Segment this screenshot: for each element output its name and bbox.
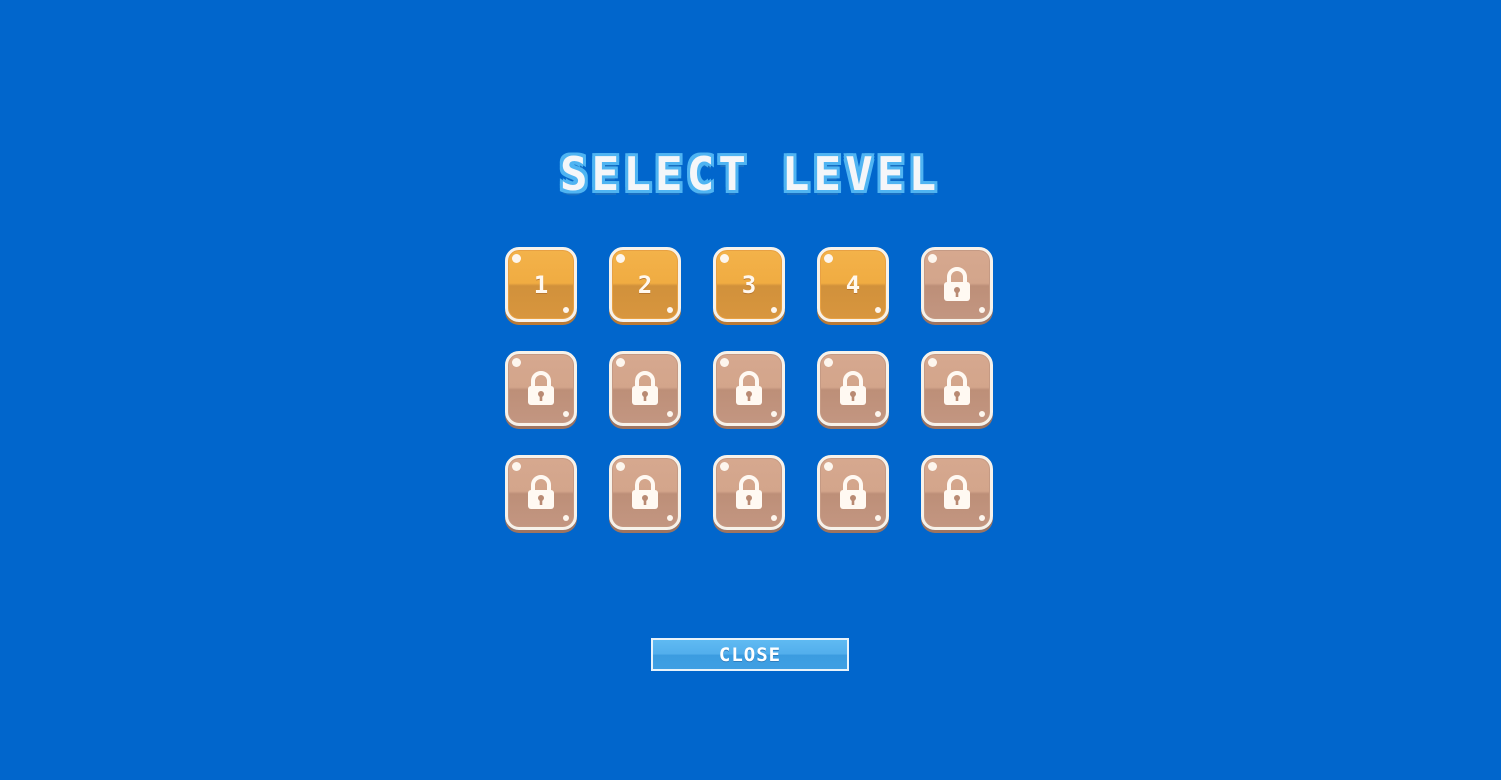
- lock-icon: [736, 474, 762, 509]
- lock-icon: [632, 370, 658, 405]
- level-grid: 1 2 3 4: [505, 247, 995, 532]
- level-button-7-locked[interactable]: [609, 351, 681, 426]
- close-button-label: CLOSE: [718, 643, 782, 666]
- shine-dot: [771, 411, 777, 417]
- lock-icon: [632, 474, 658, 509]
- level-button-14-locked[interactable]: [817, 455, 889, 530]
- shine-dot: [928, 358, 937, 367]
- lock-icon: [528, 370, 554, 405]
- level-button-8-locked[interactable]: [713, 351, 785, 426]
- shine-dot: [667, 411, 673, 417]
- lock-icon: [528, 474, 554, 509]
- level-select-screen: SELECT LEVEL 1 2 3 4 CLOSE: [0, 0, 1501, 780]
- level-button-10-locked[interactable]: [921, 351, 993, 426]
- lock-icon: [944, 266, 970, 301]
- close-button[interactable]: CLOSE: [651, 638, 849, 671]
- level-number: 2: [637, 270, 653, 299]
- shine-dot: [771, 515, 777, 521]
- level-button-15-locked[interactable]: [921, 455, 993, 530]
- shine-dot: [720, 358, 729, 367]
- level-number: 4: [845, 270, 861, 299]
- shine-dot: [720, 462, 729, 471]
- shine-dot: [563, 411, 569, 417]
- shine-dot: [616, 462, 625, 471]
- level-button-1[interactable]: 1: [505, 247, 577, 322]
- lock-icon: [840, 474, 866, 509]
- shine-dot: [979, 515, 985, 521]
- lock-icon: [944, 474, 970, 509]
- level-number: 3: [741, 270, 757, 299]
- shine-dot: [875, 411, 881, 417]
- level-button-5-locked[interactable]: [921, 247, 993, 322]
- shine-dot: [512, 462, 521, 471]
- level-button-4[interactable]: 4: [817, 247, 889, 322]
- lock-icon: [736, 370, 762, 405]
- lock-icon: [944, 370, 970, 405]
- level-button-9-locked[interactable]: [817, 351, 889, 426]
- level-button-11-locked[interactable]: [505, 455, 577, 530]
- level-button-12-locked[interactable]: [609, 455, 681, 530]
- shine-dot: [824, 358, 833, 367]
- shine-dot: [667, 515, 673, 521]
- shine-dot: [979, 307, 985, 313]
- level-button-3[interactable]: 3: [713, 247, 785, 322]
- shine-dot: [928, 254, 937, 263]
- shine-dot: [563, 515, 569, 521]
- shine-dot: [928, 462, 937, 471]
- shine-dot: [616, 358, 625, 367]
- page-title: SELECT LEVEL: [559, 147, 941, 201]
- lock-icon: [840, 370, 866, 405]
- shine-dot: [512, 358, 521, 367]
- level-button-2[interactable]: 2: [609, 247, 681, 322]
- level-button-13-locked[interactable]: [713, 455, 785, 530]
- shine-dot: [875, 515, 881, 521]
- shine-dot: [979, 411, 985, 417]
- shine-dot: [824, 462, 833, 471]
- level-button-6-locked[interactable]: [505, 351, 577, 426]
- level-number: 1: [533, 270, 549, 299]
